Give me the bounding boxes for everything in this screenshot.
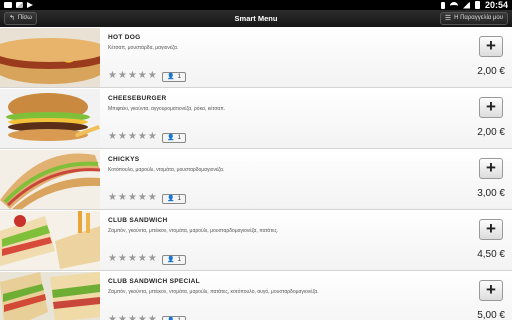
item-price: 2,00 € xyxy=(477,66,505,77)
add-button[interactable]: + xyxy=(479,36,503,57)
rating-stars[interactable]: ★ ★ ★ ★ ★ xyxy=(108,193,157,203)
back-arrow-icon: ↰ xyxy=(9,15,15,22)
star-icon[interactable]: ★ xyxy=(138,193,147,203)
menu-item[interactable]: CHEESEBURGER Μπιφτέκι, γκούντα, αγγουρομ… xyxy=(0,88,512,149)
quantity-value: 1 xyxy=(177,135,181,141)
star-icon[interactable]: ★ xyxy=(148,132,157,142)
my-order-button-label: Η Παραγγελία μου xyxy=(454,15,503,21)
quantity-value: 1 xyxy=(177,257,181,263)
item-name: CHEESEBURGER xyxy=(108,95,167,102)
star-icon[interactable]: ★ xyxy=(138,315,147,320)
hotdog-photo xyxy=(0,28,100,87)
star-icon[interactable]: ★ xyxy=(118,315,127,320)
menu-list[interactable]: HOT DOG Κέτσαπ, μουστάρδα, μαγιονέζα. ★ ★… xyxy=(0,27,512,320)
item-price: 4,50 € xyxy=(477,249,505,260)
quantity-badge: 👤 1 xyxy=(162,72,186,82)
add-button[interactable]: + xyxy=(479,158,503,179)
item-price: 3,00 € xyxy=(477,188,505,199)
club-sandwich-photo xyxy=(0,211,100,270)
person-icon: 👤 xyxy=(167,74,175,80)
menu-item[interactable]: CHICKYS Κοτόπουλο, μαρούλι, ντομάτα, μου… xyxy=(0,149,512,210)
quantity-value: 1 xyxy=(177,196,181,202)
person-icon: 👤 xyxy=(167,135,175,141)
person-icon: 👤 xyxy=(167,257,175,263)
rating-stars[interactable]: ★ ★ ★ ★ ★ xyxy=(108,132,157,142)
wifi-icon xyxy=(449,1,458,9)
quantity-badge: 👤 1 xyxy=(162,133,186,143)
quantity-value: 1 xyxy=(177,74,181,80)
signal-icon xyxy=(462,1,470,9)
item-name: CLUB SANDWICH SPECIAL xyxy=(108,278,200,285)
star-icon[interactable]: ★ xyxy=(138,132,147,142)
club-sandwich-special-photo xyxy=(0,272,100,320)
my-order-button[interactable]: ☰ Η Παραγγελία μου xyxy=(439,12,508,25)
star-icon[interactable]: ★ xyxy=(108,254,117,264)
notification-icon xyxy=(4,2,12,8)
quantity-badge: 👤 1 xyxy=(162,255,186,265)
add-button[interactable]: + xyxy=(479,97,503,118)
item-description: Ζαμπόν, γκούντα, μπέικον, ντομάτα, μαρού… xyxy=(108,228,279,234)
star-icon[interactable]: ★ xyxy=(108,315,117,320)
star-icon[interactable]: ★ xyxy=(118,71,127,81)
page-title: Smart Menu xyxy=(234,14,278,23)
item-name: CLUB SANDWICH xyxy=(108,217,168,224)
star-icon[interactable]: ★ xyxy=(128,315,137,320)
add-button[interactable]: + xyxy=(479,280,503,301)
play-store-icon xyxy=(27,2,33,8)
action-bar: Smart Menu ↰ Πίσω ☰ Η Παραγγελία μου xyxy=(0,10,512,27)
item-price: 2,00 € xyxy=(477,127,505,138)
star-icon[interactable]: ★ xyxy=(138,254,147,264)
star-icon[interactable]: ★ xyxy=(148,315,157,320)
rating-stars[interactable]: ★ ★ ★ ★ ★ xyxy=(108,254,157,264)
star-icon[interactable]: ★ xyxy=(118,193,127,203)
rating-stars[interactable]: ★ ★ ★ ★ ★ xyxy=(108,315,157,320)
star-icon[interactable]: ★ xyxy=(108,71,117,81)
burger-photo xyxy=(0,89,100,148)
star-icon[interactable]: ★ xyxy=(148,193,157,203)
star-icon[interactable]: ★ xyxy=(118,132,127,142)
item-name: CHICKYS xyxy=(108,156,140,163)
chickys-photo xyxy=(0,150,100,209)
image-icon xyxy=(16,2,23,8)
star-icon[interactable]: ★ xyxy=(148,254,157,264)
star-icon[interactable]: ★ xyxy=(128,132,137,142)
item-description: Κοτόπουλο, μαρούλι, ντομάτα, μουσταρδομα… xyxy=(108,167,225,173)
back-button-label: Πίσω xyxy=(17,15,32,21)
add-button[interactable]: + xyxy=(479,219,503,240)
person-icon: 👤 xyxy=(167,196,175,202)
star-icon[interactable]: ★ xyxy=(108,132,117,142)
item-price: 5,00 € xyxy=(477,310,505,320)
menu-item[interactable]: CLUB SANDWICH Ζαμπόν, γκούντα, μπέικον, … xyxy=(0,210,512,271)
star-icon[interactable]: ★ xyxy=(108,193,117,203)
star-icon[interactable]: ★ xyxy=(148,71,157,81)
star-icon[interactable]: ★ xyxy=(118,254,127,264)
star-icon[interactable]: ★ xyxy=(128,71,137,81)
bluetooth-icon xyxy=(440,1,445,9)
item-description: Μπιφτέκι, γκούντα, αγγουροματιονέζα, ρόκ… xyxy=(108,106,226,112)
status-bar: 20:54 xyxy=(0,0,512,10)
menu-item[interactable]: HOT DOG Κέτσαπ, μουστάρδα, μαγιονέζα. ★ ★… xyxy=(0,27,512,88)
item-description: Ζαμπόν, γκούντα, μπέικον, ντομάτα, μαρού… xyxy=(108,289,319,295)
quantity-badge: 👤 1 xyxy=(162,194,186,204)
quantity-badge: 👤 1 xyxy=(162,316,186,320)
item-description: Κέτσαπ, μουστάρδα, μαγιονέζα. xyxy=(108,45,179,51)
battery-icon xyxy=(474,1,480,9)
rating-stars[interactable]: ★ ★ ★ ★ ★ xyxy=(108,71,157,81)
menu-item[interactable]: CLUB SANDWICH SPECIAL Ζαμπόν, γκούντα, μ… xyxy=(0,271,512,320)
star-icon[interactable]: ★ xyxy=(138,71,147,81)
item-name: HOT DOG xyxy=(108,34,141,41)
clock: 20:54 xyxy=(484,0,508,10)
back-button[interactable]: ↰ Πίσω xyxy=(4,12,37,25)
star-icon[interactable]: ★ xyxy=(128,254,137,264)
list-icon: ☰ xyxy=(444,15,452,22)
star-icon[interactable]: ★ xyxy=(128,193,137,203)
